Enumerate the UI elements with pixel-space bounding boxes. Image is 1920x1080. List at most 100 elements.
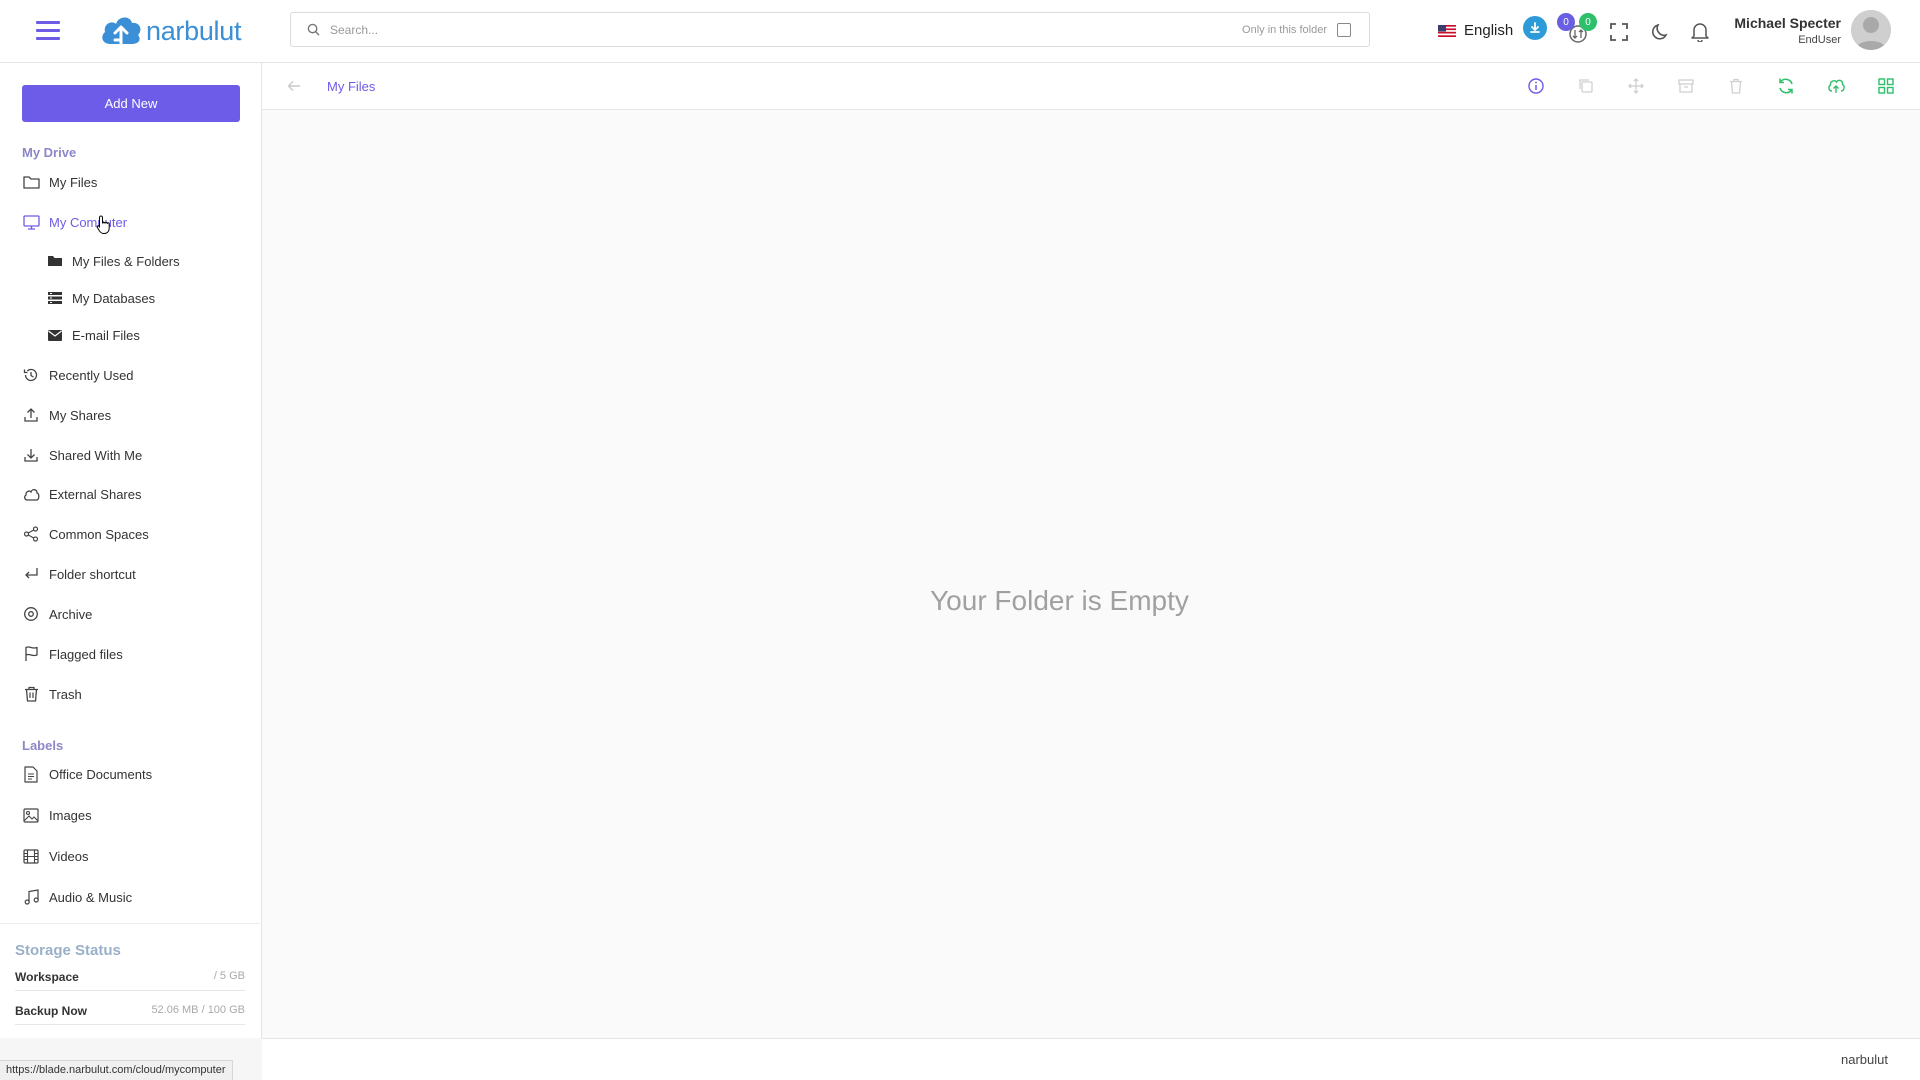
music-icon [22,888,40,906]
sidebar-item-label: Archive [49,606,93,622]
footer-brand: narbulut [1841,1052,1888,1067]
label-item-audio-music[interactable]: Audio & Music [22,886,132,908]
hamburger-menu-icon[interactable] [36,20,62,42]
label-item-images[interactable]: Images [22,804,92,826]
sidebar-item-label: Recently Used [49,367,134,383]
database-icon [48,291,62,305]
top-header: narbulut Only in this folder English [0,0,1920,63]
sidebar-item-label: External Shares [49,486,142,502]
refresh-icon[interactable] [1777,77,1795,95]
archive-box-icon[interactable] [1677,77,1695,95]
sidebar-item-label: My Computer [49,214,128,230]
sidebar-item-my-databases[interactable]: My Databases [48,287,155,309]
file-toolbar: My Files [262,63,1920,110]
user-role: EndUser [1798,34,1841,46]
sidebar: Add New My Drive My Files My Computer My… [0,63,262,1038]
browser-status-url: https://blade.narbulut.com/cloud/mycompu… [0,1060,233,1080]
search-input[interactable] [330,14,1243,45]
flag-icon [22,645,40,663]
sidebar-item-label: Common Spaces [49,526,149,542]
workspace-usage: / 5 GB [213,970,245,982]
sidebar-item-archive[interactable]: Archive [22,603,92,625]
envelope-icon [48,328,62,342]
sidebar-item-external-shares[interactable]: External Shares [22,483,142,505]
label-item-label: Office Documents [49,766,153,782]
cloud-icon [22,485,40,503]
folder-icon [22,173,40,191]
sidebar-item-common-spaces[interactable]: Common Spaces [22,523,149,545]
sidebar-item-label: My Files & Folders [72,253,180,269]
move-icon[interactable] [1627,77,1645,95]
workspace-label: Workspace [15,970,79,984]
language-label: English [1464,22,1514,39]
sidebar-item-label: E-mail Files [72,327,140,343]
my-drive-heading: My Drive [22,145,77,160]
only-in-folder-label: Only in this folder [1242,23,1327,36]
storage-status-title: Storage Status [15,942,121,959]
image-icon [22,806,40,824]
labels-heading: Labels [22,738,64,753]
sidebar-item-trash[interactable]: Trash [22,683,82,705]
breadcrumb-my-files[interactable]: My Files [327,79,375,94]
storage-row-backup: Backup Now 52.06 MB / 100 GB [15,1004,245,1025]
language-selector[interactable]: English [1438,22,1513,39]
label-item-label: Images [49,807,92,823]
backup-now-link[interactable]: Backup Now [15,1004,87,1018]
sidebar-item-label: Shared With Me [49,447,143,463]
label-item-label: Videos [49,848,89,864]
brand-name: narbulut [146,15,242,46]
sidebar-item-my-files[interactable]: My Files [22,171,97,193]
hand-pointer-cursor-icon [96,215,112,235]
sidebar-item-email-files[interactable]: E-mail Files [48,324,140,346]
sidebar-item-my-shares[interactable]: My Shares [22,404,111,426]
share-icon [22,525,40,543]
copy-icon[interactable] [1577,77,1595,95]
sidebar-item-recently-used[interactable]: Recently Used [22,364,134,386]
delete-trash-icon[interactable] [1727,77,1745,95]
history-icon [22,366,40,384]
empty-folder-message: Your Folder is Empty [930,585,1189,616]
document-icon [22,765,40,783]
sidebar-item-label: My Shares [49,407,112,423]
label-item-label: Audio & Music [49,889,133,905]
us-flag-icon [1438,24,1456,37]
download-count-badge: 0 [1579,13,1597,31]
download-icon [22,446,40,464]
notifications-bell-icon[interactable] [1691,22,1709,42]
only-in-folder-checkbox[interactable] [1337,22,1351,37]
info-icon[interactable] [1527,77,1545,95]
dark-mode-moon-icon[interactable] [1652,23,1670,41]
search-icon [307,23,320,36]
label-item-office-documents[interactable]: Office Documents [22,763,152,785]
sidebar-item-label: My Databases [72,290,156,306]
page-footer: narbulut [262,1038,1920,1080]
grid-view-icon[interactable] [1877,77,1895,95]
sidebar-item-folder-shortcut[interactable]: Folder shortcut [22,563,136,585]
brand-logo[interactable]: narbulut [98,9,241,53]
folder-solid-icon [48,254,62,268]
upload-cloud-icon[interactable] [1827,77,1845,95]
storage-row-workspace: Workspace / 5 GB [15,970,245,991]
backup-usage: 52.06 MB / 100 GB [151,1004,245,1016]
user-avatar-icon[interactable] [1851,10,1891,50]
upload-icon [22,406,40,424]
monitor-icon [22,213,40,231]
sidebar-item-shared-with-me[interactable]: Shared With Me [22,444,142,466]
target-icon [22,605,40,623]
sidebar-item-label: Folder shortcut [49,566,136,582]
sidebar-item-label: Trash [49,686,82,702]
trash-icon [22,685,40,703]
add-new-button[interactable]: Add New [22,85,240,122]
user-name[interactable]: Michael Specter [1734,15,1841,31]
search-bar: Only in this folder [290,12,1370,47]
label-item-videos[interactable]: Videos [22,845,89,867]
download-app-icon[interactable] [1523,16,1547,40]
sidebar-item-flagged-files[interactable]: Flagged files [22,643,123,665]
sidebar-item-my-files-folders[interactable]: My Files & Folders [48,250,180,272]
back-arrow-icon[interactable] [287,80,301,92]
fullscreen-icon[interactable] [1610,23,1628,41]
film-icon [22,847,40,865]
cloud-logo-icon [102,17,141,50]
upload-count-badge: 0 [1557,13,1575,31]
storage-status-panel: Storage Status Workspace / 5 GB Backup N… [0,923,262,1038]
